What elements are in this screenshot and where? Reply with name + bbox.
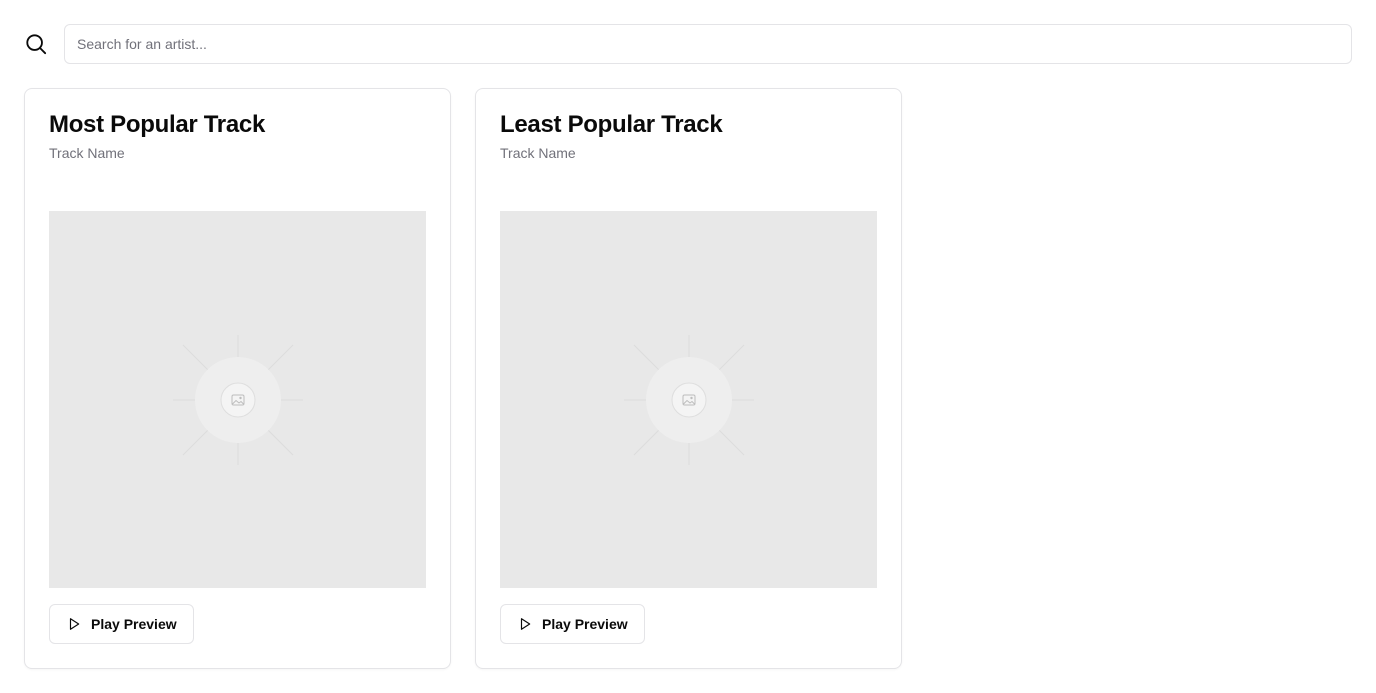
track-name: Track Name bbox=[49, 145, 125, 161]
album-art bbox=[49, 211, 426, 588]
image-placeholder-icon bbox=[623, 334, 754, 465]
search-icon[interactable] bbox=[24, 32, 48, 56]
play-icon bbox=[66, 616, 82, 632]
play-icon bbox=[517, 616, 533, 632]
card-title: Most Popular Track bbox=[49, 111, 265, 138]
play-preview-button[interactable]: Play Preview bbox=[49, 604, 194, 644]
least-popular-track-card: Least Popular Track Track Name Play Prev… bbox=[475, 88, 902, 669]
most-popular-track-card: Most Popular Track Track Name Play Previ… bbox=[24, 88, 451, 669]
album-art bbox=[500, 211, 877, 588]
search-input[interactable] bbox=[64, 24, 1352, 64]
card-title: Least Popular Track bbox=[500, 111, 723, 138]
play-preview-button[interactable]: Play Preview bbox=[500, 604, 645, 644]
play-preview-label: Play Preview bbox=[91, 616, 177, 632]
search-bar bbox=[24, 24, 1352, 64]
play-preview-label: Play Preview bbox=[542, 616, 628, 632]
track-name: Track Name bbox=[500, 145, 576, 161]
image-placeholder-icon bbox=[172, 334, 303, 465]
